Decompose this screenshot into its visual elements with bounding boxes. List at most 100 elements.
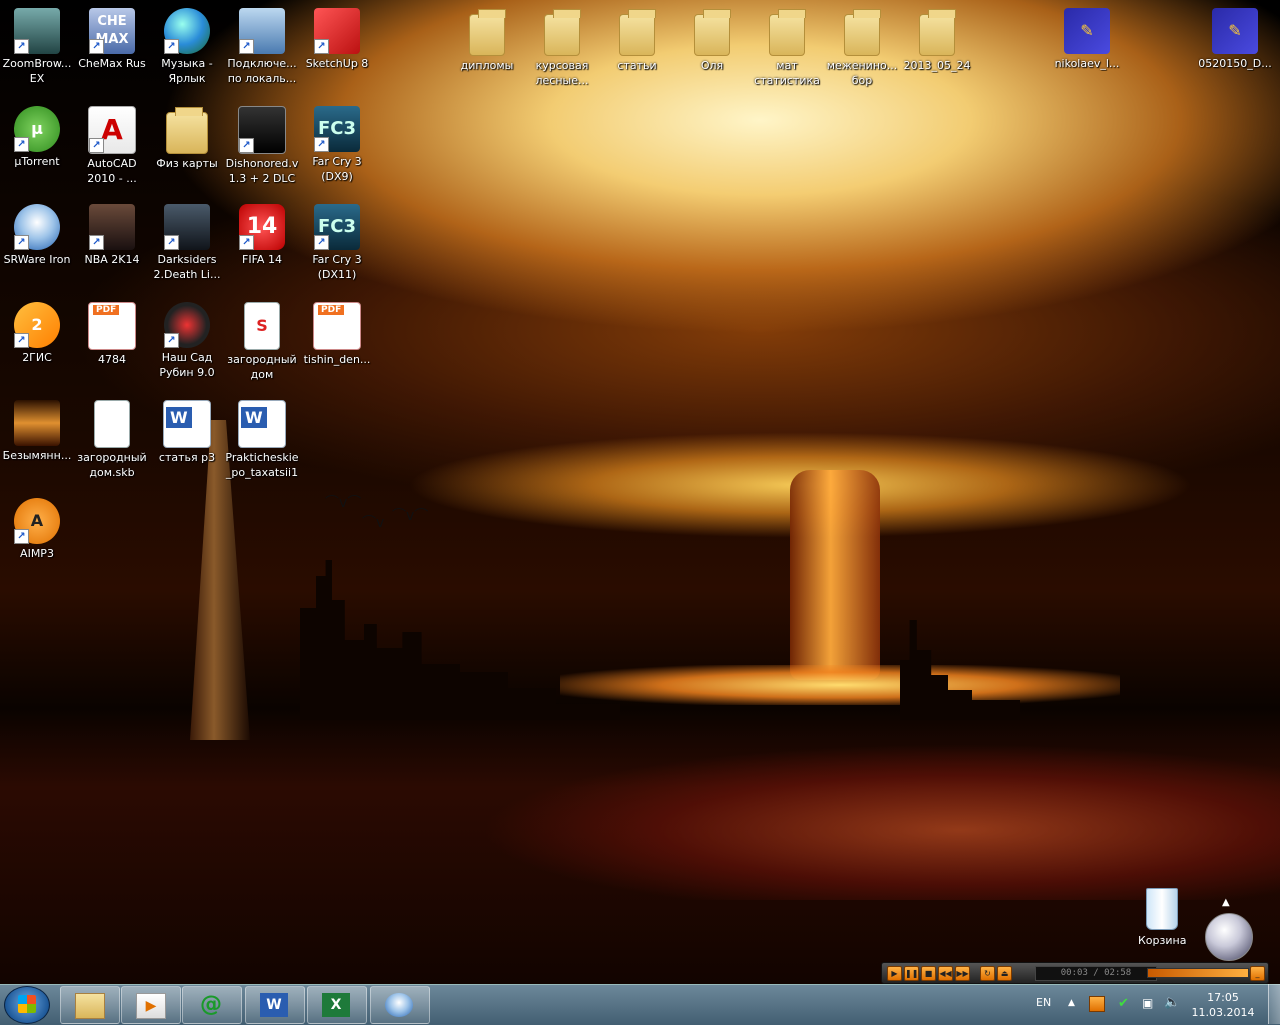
bird: ⌒v⌒ [325, 495, 362, 511]
bird: ⌒v⌒ [392, 508, 429, 524]
folder-icon [469, 9, 506, 56]
desktop-folder-mezhenino[interactable]: меженино... бор [825, 8, 899, 88]
camera-icon: ↗ [14, 8, 60, 54]
play-icon[interactable]: ▶ [887, 966, 902, 981]
chemax-icon: CHE MAX ↗ [89, 8, 135, 54]
srware-iron-icon: ↗ [14, 204, 60, 250]
vector-app-icon: ✎ [1212, 8, 1258, 54]
desktop-icon-utorrent[interactable]: µ ↗ µTorrent [0, 106, 74, 169]
clock[interactable]: 17:05 11.03.2014 [1190, 990, 1256, 1020]
pause-icon[interactable]: ❚❚ [904, 966, 919, 981]
taskbar-media-player[interactable]: ▶ [121, 986, 181, 1024]
vector-app-icon: ✎ [1064, 8, 1110, 54]
desktop-folder-diplomy[interactable]: дипломы [450, 8, 524, 73]
desktop-icon-dishonored[interactable]: ↗ Dishonored.v 1.3 + 2 DLC [225, 106, 299, 186]
desktop-icon-nash-sad[interactable]: ↗ Наш Сад Рубин 9.0 [150, 302, 224, 380]
desktop-folder-mat-statistika[interactable]: мат статистика [750, 8, 824, 88]
windows-logo-icon [18, 995, 36, 1013]
taskbar-word[interactable]: W [245, 986, 305, 1024]
desktop-icon-aimp3[interactable]: A ↗ AIMP3 [0, 498, 74, 561]
utorrent-icon: µ ↗ [14, 106, 60, 152]
show-hidden-icons-icon[interactable]: ▲ [1068, 998, 1075, 1012]
mail-agent-icon: @ [200, 992, 222, 1017]
volume-bar[interactable] [1147, 968, 1249, 978]
recycle-bin[interactable]: Корзина [1138, 888, 1186, 947]
volume-icon[interactable]: 🔈 [1164, 995, 1180, 1010]
nba-icon: ↗ [89, 204, 135, 250]
image-icon [14, 400, 60, 446]
folder-icon [694, 9, 731, 56]
folder-icon [769, 9, 806, 56]
minimize-icon[interactable]: _ [1250, 966, 1265, 981]
language-indicator[interactable]: EN [1036, 996, 1051, 1010]
desktop-folder-stati[interactable]: статьи [600, 8, 674, 73]
desktop-icon-srware-iron[interactable]: ↗ SRWare Iron [0, 204, 74, 267]
desktop-icon-fifa14[interactable]: 14 ↗ FIFA 14 [225, 204, 299, 267]
recycle-bin-icon [1146, 888, 1178, 930]
eject-icon[interactable]: ⏏ [997, 966, 1012, 981]
desktop-icon-farcry3-dx11[interactable]: FC3 ↗ Far Cry 3 (DX11) [300, 204, 374, 282]
taskbar-excel[interactable]: X [307, 986, 367, 1024]
folder-icon [75, 993, 105, 1019]
globe-icon: ↗ [164, 8, 210, 54]
desktop-icon-chemax[interactable]: CHE MAX ↗ CheMax Rus [75, 8, 149, 71]
aimp-mini-player[interactable]: ▶ ❚❚ ■ ◀◀ ▶▶ ↻ ⏏ 00:03 / 02:58 _ [881, 962, 1269, 984]
start-button[interactable] [4, 986, 50, 1024]
darksiders-icon: ↗ [164, 204, 210, 250]
gadget-orb[interactable] [1205, 913, 1253, 961]
farcry-icon: FC3 ↗ [314, 106, 360, 152]
desktop-folder-olya[interactable]: Оля [675, 8, 749, 73]
desktop-file-nikolaev[interactable]: ✎ nikolaev_l... [1050, 8, 1124, 71]
desktop-folder-kursovaya[interactable]: курсовая лесные... [525, 8, 599, 88]
taskbar-explorer[interactable] [60, 986, 120, 1024]
desktop-icon-zoombrowser[interactable]: ↗ ZoomBrow... EX [0, 8, 74, 86]
word-icon: W [260, 993, 288, 1017]
farcry-icon: FC3 ↗ [314, 204, 360, 250]
desktop-icon-4784[interactable]: PDF 4784 [75, 302, 149, 367]
show-desktop-button[interactable] [1268, 984, 1280, 1024]
desktop-icon-darksiders[interactable]: ↗ Darksiders 2.Death Li... [150, 204, 224, 282]
chevron-up-icon[interactable]: ▲ [1222, 897, 1230, 908]
desktop-icon-tishin[interactable]: PDF tishin_den... [300, 302, 374, 367]
autocad-icon: A ↗ [88, 106, 136, 154]
folder-icon [844, 9, 881, 56]
desktop-icon-2gis[interactable]: 2 ↗ 2ГИС [0, 302, 74, 365]
track-time: 00:03 / 02:58 [1035, 966, 1157, 981]
clock-date: 11.03.2014 [1191, 1006, 1255, 1019]
desktop-icon-skb[interactable]: загородный дом.skb [75, 400, 149, 480]
fire-horizon [560, 665, 1120, 705]
garden-icon: ↗ [164, 302, 210, 348]
desktop-icon-farcry3-dx9[interactable]: FC3 ↗ Far Cry 3 (DX9) [300, 106, 374, 184]
dishonored-icon: ↗ [238, 106, 286, 154]
desktop-icon-prakticheskie[interactable]: W Prakticheskie _po_taxatsii1 [225, 400, 299, 480]
desktop-icon-image[interactable]: Безымянн... [0, 400, 74, 463]
aimp-tray-icon[interactable] [1089, 996, 1105, 1012]
desktop-icon-zagorodny-dom[interactable]: S загородный дом [225, 302, 299, 382]
stop-icon[interactable]: ■ [921, 966, 936, 981]
desktop-icon-network-connection[interactable]: ↗ Подключе... по локаль... [225, 8, 299, 86]
network-tray-icon[interactable]: ▣ [1142, 996, 1153, 1010]
prev-icon[interactable]: ◀◀ [938, 966, 953, 981]
sketchup-icon: ↗ [314, 8, 360, 54]
sketchup-file-icon: S [244, 302, 280, 350]
repeat-icon[interactable]: ↻ [980, 966, 995, 981]
bird: ⌒v [362, 515, 385, 531]
desktop-icon-sketchup8[interactable]: ↗ SketchUp 8 [300, 8, 374, 71]
desktop-icon-music-shortcut[interactable]: ↗ Музыка - Ярлык [150, 8, 224, 86]
desktop-icon-nba2k14[interactable]: ↗ NBA 2K14 [75, 204, 149, 267]
river-reflection [260, 740, 1280, 900]
desktop-icon-autocad[interactable]: A ↗ AutoCAD 2010 - ... [75, 106, 149, 186]
taskbar-srware-iron[interactable] [370, 986, 430, 1024]
file-icon [94, 400, 130, 448]
network-icon: ↗ [239, 8, 285, 54]
next-icon[interactable]: ▶▶ [955, 966, 970, 981]
clock-time: 17:05 [1207, 991, 1239, 1004]
word-icon: W [163, 400, 211, 448]
desktop-folder-2013-05-24[interactable]: 2013_05_24 [900, 8, 974, 73]
taskbar-mail-agent[interactable]: @ [182, 986, 242, 1024]
desktop-icon-fiz-karty[interactable]: Физ карты [150, 106, 224, 171]
desktop-file-0520150[interactable]: ✎ 0520150_D... [1198, 8, 1272, 71]
checkmark-icon[interactable]: ✔ [1118, 996, 1129, 1011]
pdf-icon: PDF [88, 302, 136, 350]
desktop-icon-statya-r3[interactable]: W статья р3 [150, 400, 224, 465]
